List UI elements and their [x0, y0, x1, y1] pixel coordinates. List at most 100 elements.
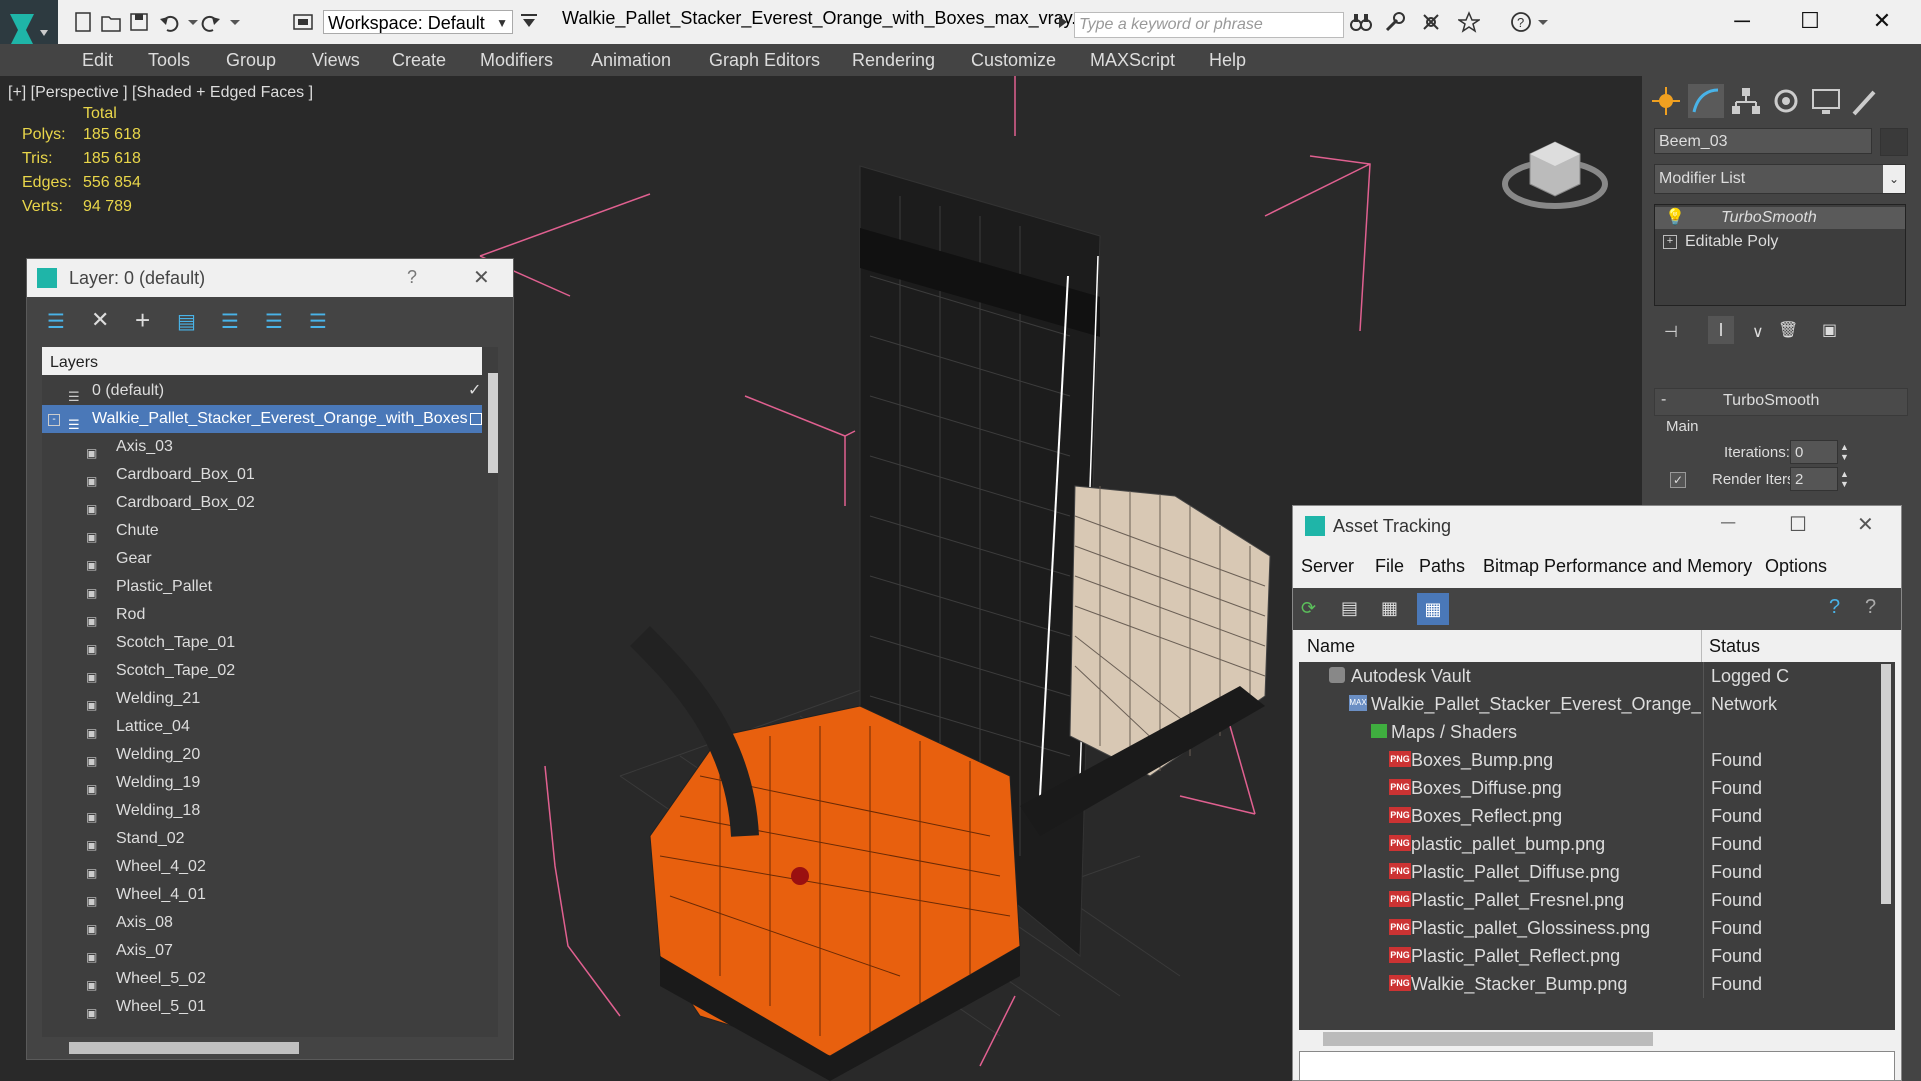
asset-row-vault[interactable]: Autodesk Vault Logged C: [1299, 662, 1875, 690]
asset-row-map[interactable]: PNG Walkie_Stacker_Bump.png Found: [1299, 970, 1875, 998]
asset-row-map[interactable]: PNG Boxes_Bump.png Found: [1299, 746, 1875, 774]
highlight-layer-icon[interactable]: ☰: [221, 309, 239, 334]
open-file-icon[interactable]: [100, 11, 122, 33]
redo-dropdown-icon[interactable]: [224, 11, 246, 33]
redo-icon[interactable]: [200, 11, 222, 33]
stack-item-turbosmooth[interactable]: 💡 TurboSmooth: [1655, 207, 1905, 229]
asset-menu-server[interactable]: Server: [1301, 556, 1354, 577]
minimize-button[interactable]: ─: [1721, 512, 1735, 535]
viewcube-icon[interactable]: [1500, 124, 1610, 214]
new-file-icon[interactable]: [72, 11, 94, 33]
stack-item-editable-poly[interactable]: + Editable Poly: [1655, 231, 1905, 253]
maximize-button[interactable]: ☐: [1789, 512, 1807, 537]
delete-layer-icon[interactable]: ✕: [91, 307, 109, 333]
modifier-list-dropdown[interactable]: Modifier List ⌄: [1654, 164, 1906, 194]
list-view-icon[interactable]: ▤: [1341, 598, 1358, 619]
render-iters-spinner[interactable]: 2: [1790, 467, 1838, 491]
menu-animation[interactable]: Animation: [591, 50, 671, 71]
new-layer-icon[interactable]: ☰: [47, 309, 65, 334]
layer-object-row[interactable]: ▣ Gear: [42, 545, 482, 573]
search-input[interactable]: Type a keyword or phrase: [1074, 12, 1344, 38]
help-button[interactable]: ?: [407, 267, 417, 288]
refresh-icon[interactable]: ⟳: [1301, 598, 1316, 619]
layer-object-row[interactable]: ▣ Axis_07: [42, 937, 482, 965]
utilities-tab-icon[interactable]: [1848, 84, 1884, 118]
layer-object-row[interactable]: ▣ Plastic_Pallet: [42, 573, 482, 601]
layer-object-row[interactable]: ▣ Welding_20: [42, 741, 482, 769]
configure-sets-icon[interactable]: ▣: [1822, 320, 1837, 340]
menu-group[interactable]: Group: [226, 50, 276, 71]
minimize-button[interactable]: ─: [1722, 6, 1762, 36]
menu-views[interactable]: Views: [312, 50, 360, 71]
expand-plus-icon[interactable]: +: [1663, 235, 1677, 249]
asset-menu-paths[interactable]: Paths: [1419, 556, 1465, 577]
layer-object-row[interactable]: ▣ Axis_03: [42, 433, 482, 461]
lightbulb-icon[interactable]: 💡: [1665, 207, 1685, 229]
menu-modifiers[interactable]: Modifiers: [480, 50, 553, 71]
render-iters-checkbox[interactable]: ✓: [1670, 472, 1686, 488]
layer-object-row[interactable]: ▣ Wheel_5_02: [42, 965, 482, 993]
layer-object-row[interactable]: ▣ Scotch_Tape_01: [42, 629, 482, 657]
menu-tools[interactable]: Tools: [148, 50, 190, 71]
layer-scrollbar[interactable]: [487, 373, 498, 1033]
column-status-header[interactable]: Status: [1709, 636, 1760, 657]
layer-object-row[interactable]: ▣ Welding_19: [42, 769, 482, 797]
asset-row-map[interactable]: PNG Boxes_Reflect.png Found: [1299, 802, 1875, 830]
layer-object-row[interactable]: ▣ Welding_18: [42, 797, 482, 825]
help-dropdown-icon[interactable]: [1536, 11, 1550, 33]
layer-object-row[interactable]: ▣ Axis_08: [42, 909, 482, 937]
layer-titlebar[interactable]: Layer: 0 (default) ? ✕: [27, 259, 513, 297]
asset-row-max-file[interactable]: MAX Walkie_Pallet_Stacker_Everest_Orange…: [1299, 690, 1875, 718]
close-button[interactable]: ✕: [1862, 6, 1902, 36]
spinner-arrows-icon[interactable]: ▲ ▼: [1840, 469, 1849, 489]
asset-row-map[interactable]: PNG plastic_pallet_bump.png Found: [1299, 830, 1875, 858]
binoculars-icon[interactable]: [1350, 11, 1372, 33]
table-view-icon[interactable]: ▦: [1417, 593, 1449, 625]
active-checkmark-icon[interactable]: ✓: [468, 377, 481, 405]
display-tab-icon[interactable]: [1808, 84, 1844, 118]
freeze-all-icon[interactable]: ☰: [309, 309, 327, 334]
add-to-layer-icon[interactable]: +: [135, 305, 150, 336]
layer-object-row[interactable]: ▣ Rod: [42, 601, 482, 629]
object-color-swatch[interactable]: [1880, 128, 1908, 156]
help-icon[interactable]: ?: [1829, 596, 1840, 619]
layer-object-row[interactable]: ▣ Wheel_5_01: [42, 993, 482, 1021]
menu-maxscript[interactable]: MAXScript: [1090, 50, 1175, 71]
layer-horizontal-scrollbar[interactable]: [69, 1042, 299, 1054]
hierarchy-tab-icon[interactable]: [1728, 84, 1764, 118]
maximize-button[interactable]: ☐: [1790, 6, 1830, 36]
asset-menu-file[interactable]: File: [1375, 556, 1404, 577]
menu-graph-editors[interactable]: Graph Editors: [709, 50, 820, 71]
layer-object-row[interactable]: ▣ Welding_21: [42, 685, 482, 713]
communication-icon[interactable]: [1420, 11, 1442, 33]
star-icon[interactable]: [1456, 11, 1482, 33]
layer-object-row[interactable]: ▣ Scotch_Tape_02: [42, 657, 482, 685]
expand-arrow-icon[interactable]: [1056, 11, 1070, 33]
asset-row-maps-folder[interactable]: Maps / Shaders: [1299, 718, 1875, 746]
layer-object-row[interactable]: ▣ Cardboard_Box_02: [42, 489, 482, 517]
create-tab-icon[interactable]: [1648, 84, 1684, 118]
layer-object-row[interactable]: ▣ Wheel_4_01: [42, 881, 482, 909]
menu-help[interactable]: Help: [1209, 50, 1246, 71]
layer-object-row[interactable]: ▣ Lattice_04: [42, 713, 482, 741]
collapse-minus-icon[interactable]: -: [48, 414, 60, 426]
asset-horizontal-scrollbar[interactable]: [1323, 1032, 1653, 1046]
layer-object-row[interactable]: ▣ Cardboard_Box_01: [42, 461, 482, 489]
show-end-result-icon[interactable]: I: [1708, 316, 1734, 344]
asset-row-map[interactable]: PNG Plastic_pallet_Glossiness.png Found: [1299, 914, 1875, 942]
layer-object-row[interactable]: ▣ Stand_02: [42, 825, 482, 853]
menu-edit[interactable]: Edit: [82, 50, 113, 71]
project-folder-icon[interactable]: [292, 11, 314, 33]
select-objects-icon[interactable]: ▤: [177, 309, 196, 334]
iterations-spinner[interactable]: 0: [1790, 440, 1838, 464]
pin-stack-icon[interactable]: ⊣: [1664, 322, 1678, 342]
menu-rendering[interactable]: Rendering: [852, 50, 935, 71]
column-name-header[interactable]: Name: [1307, 636, 1355, 657]
menu-customize[interactable]: Customize: [971, 50, 1056, 71]
modify-tab-icon[interactable]: [1688, 84, 1724, 118]
remove-modifier-icon[interactable]: 🗑: [1778, 320, 1798, 340]
hide-all-icon[interactable]: ☰: [265, 309, 283, 334]
layer-object-row[interactable]: ▣ Chute: [42, 517, 482, 545]
layer-row-selected[interactable]: - ☰ Walkie_Pallet_Stacker_Everest_Orange…: [42, 405, 482, 433]
layer-object-row[interactable]: ▣ Wheel_4_02: [42, 853, 482, 881]
